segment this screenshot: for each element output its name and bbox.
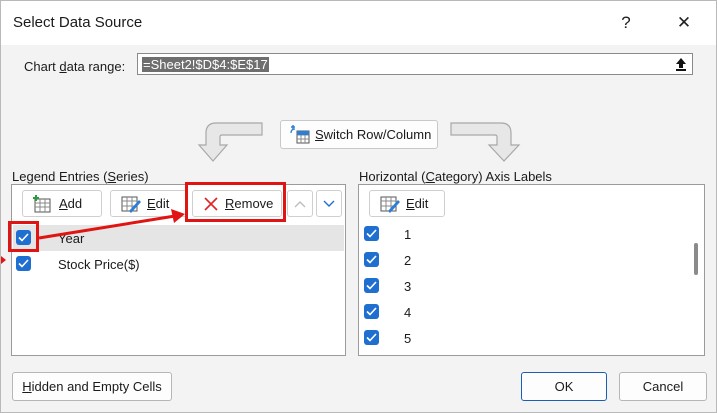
axis-labels-label: Horizontal (Category) Axis Labels	[359, 169, 552, 184]
cancel-button[interactable]: Cancel	[619, 372, 707, 401]
category-label: 3	[404, 279, 412, 294]
select-data-source-dialog: Select Data Source ? ✕ Chart data range:…	[0, 0, 717, 413]
remove-highlight-box	[185, 182, 286, 222]
hidden-empty-cells-button[interactable]: Hidden and Empty Cells	[12, 372, 172, 401]
list-item[interactable]: 4	[360, 299, 680, 325]
legend-entries-label: Legend Entries (Series)	[12, 169, 149, 184]
switch-row-column-icon	[290, 124, 310, 143]
checkmark-icon	[366, 255, 377, 264]
edit-axis-labels-button[interactable]: Edit	[369, 190, 445, 217]
category-label: 2	[404, 253, 412, 268]
chart-data-range-label: Chart data range:	[24, 59, 126, 74]
list-item[interactable]: 1	[360, 221, 680, 247]
list-item[interactable]: Stock Price($)	[13, 251, 344, 277]
annotation-arrow-tail-icon	[1, 256, 6, 264]
close-button[interactable]: ✕	[667, 9, 701, 37]
edit-axis-labels-label: Edit	[406, 196, 429, 211]
category-checkbox[interactable]	[364, 304, 379, 319]
edit-table-icon	[380, 196, 400, 213]
series-checkbox[interactable]	[16, 256, 31, 271]
series-name: Stock Price($)	[58, 257, 140, 272]
curved-arrow-right-icon	[450, 122, 521, 162]
checkmark-icon	[366, 307, 377, 316]
scrollbar-thumb[interactable]	[694, 243, 698, 275]
list-item[interactable]: 5	[360, 325, 680, 351]
list-item[interactable]: 3	[360, 273, 680, 299]
category-label: 4	[404, 305, 412, 320]
switch-row-column-label: Switch Row/Column	[315, 127, 432, 142]
checkbox-highlight-box	[8, 221, 39, 252]
checkmark-icon	[366, 229, 377, 238]
category-label: 1	[404, 227, 412, 242]
dialog-title: Select Data Source	[13, 14, 143, 31]
switch-row-column-button[interactable]: Switch Row/Column	[280, 120, 438, 149]
list-item[interactable]: 2	[360, 247, 680, 273]
chart-data-range-input[interactable]: =Sheet2!$D$4:$E$17	[137, 53, 693, 75]
checkmark-icon	[366, 281, 377, 290]
annotation-arrow-icon	[38, 209, 185, 240]
checkmark-icon	[366, 333, 377, 342]
category-checkbox[interactable]	[364, 252, 379, 267]
chevron-up-icon	[294, 200, 306, 207]
category-label: 5	[404, 331, 412, 346]
chart-data-range-value: =Sheet2!$D$4:$E$17	[142, 57, 269, 72]
ok-button[interactable]: OK	[521, 372, 607, 401]
checkmark-icon	[18, 259, 29, 268]
move-up-button[interactable]	[287, 190, 313, 217]
axis-toolbar: Edit	[359, 185, 704, 223]
category-checkbox[interactable]	[364, 278, 379, 293]
chevron-down-icon	[323, 200, 335, 207]
curved-arrow-left-icon	[197, 122, 263, 162]
help-button[interactable]: ?	[609, 9, 643, 37]
axis-labels-panel: Edit 1 2 3 4 5	[358, 184, 705, 356]
collapse-dialog-button[interactable]	[672, 55, 690, 73]
category-checkbox[interactable]	[364, 330, 379, 345]
move-down-button[interactable]	[316, 190, 342, 217]
category-checkbox[interactable]	[364, 226, 379, 241]
upload-arrow-icon	[676, 58, 686, 71]
title-bar: Select Data Source ? ✕	[1, 1, 716, 45]
